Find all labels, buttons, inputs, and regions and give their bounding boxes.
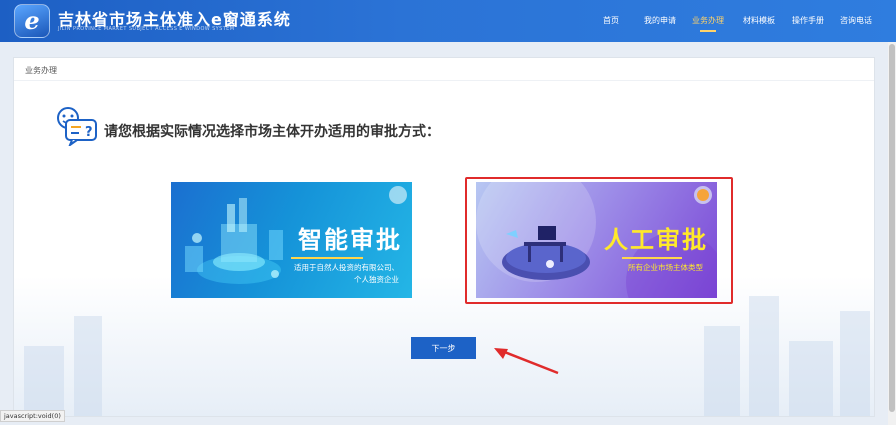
top-header: e 吉林省市场主体准入e窗通系统 JILIN PROVINCE MARKET S… [0, 0, 896, 42]
breadcrumb-divider [14, 80, 874, 81]
smart-approval-desc: 适用于自然人投资的有限公司、 个人独资企业 [294, 263, 399, 284]
nav-home[interactable]: 首页 [603, 15, 619, 26]
smart-approval-title: 智能审批 [298, 226, 402, 254]
system-subtitle: JILIN PROVINCE MARKET SUBJECT ACCESS E W… [58, 26, 235, 32]
main-panel: 业务办理 ? 请您根据实际情况选择市场主体开办适用的审批方式： 智能审批 适用于… [13, 57, 875, 417]
question-title: 请您根据实际情况选择市场主体开办适用的审批方式： [104, 124, 440, 140]
nav-business-handling[interactable]: 业务办理 [692, 15, 724, 26]
logo-icon[interactable]: e [14, 4, 50, 38]
nav-active-indicator [700, 30, 716, 32]
server-illustration-icon [185, 198, 283, 284]
next-step-button[interactable]: 下一步 [411, 337, 476, 359]
nav-my-applications[interactable]: 我的申请 [644, 15, 676, 26]
breadcrumb: 业务办理 [25, 66, 57, 75]
card-corner-dot [694, 186, 712, 204]
card-corner-dot [389, 186, 407, 204]
nav-consult-phone[interactable]: 咨询电话 [840, 15, 872, 26]
title-underline [622, 257, 682, 259]
title-underline [291, 257, 363, 259]
smart-approval-card[interactable]: 智能审批 适用于自然人投资的有限公司、 个人独资企业 [171, 182, 412, 298]
manual-approval-card[interactable]: 人工审批 所有企业市场主体类型 [476, 182, 717, 298]
chat-question-icon: ? [57, 107, 97, 146]
red-arrow-annotation [494, 348, 559, 375]
nav-material-templates[interactable]: 材料模板 [743, 15, 775, 26]
svg-text:?: ? [85, 125, 93, 140]
nav-operation-manual[interactable]: 操作手册 [792, 15, 824, 26]
manual-approval-desc: 所有企业市场主体类型 [628, 263, 703, 272]
manual-approval-title: 人工审批 [604, 226, 708, 254]
scrollbar-thumb[interactable] [889, 44, 895, 412]
browser-status-bar: javascript:void(0) [0, 410, 65, 422]
